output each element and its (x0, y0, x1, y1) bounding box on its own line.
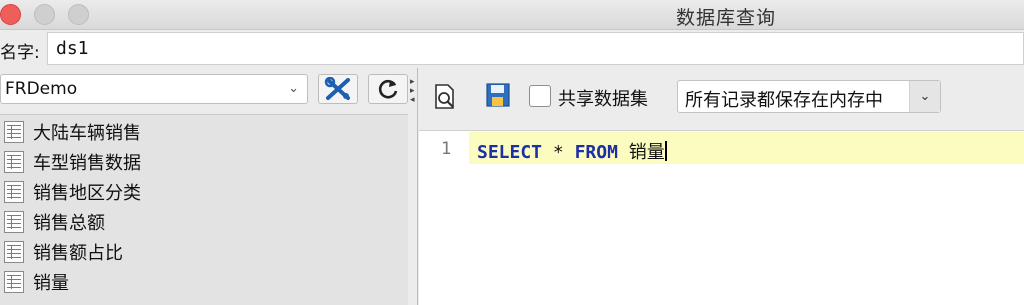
sql-table-name: 销量 (628, 142, 665, 163)
share-dataset-label: 共享数据集 (558, 89, 648, 110)
refresh-icon (378, 79, 398, 99)
table-icon (4, 151, 24, 173)
datasource-value: FRDemo (5, 79, 78, 99)
list-item[interactable]: 销售地区分类 (0, 177, 400, 207)
list-item-label: 大陆车辆销售 (33, 123, 141, 144)
chevron-down-icon: ⌄ (909, 81, 940, 112)
table-icon (4, 181, 24, 203)
line-gutter: 1 (419, 131, 467, 305)
list-item[interactable]: 销售总额 (0, 207, 400, 237)
sql-keyword-select: SELECT (477, 142, 543, 163)
sql-editor[interactable]: 1 SELECT * FROM 销量 (419, 130, 1024, 305)
list-item[interactable]: 大陆车辆销售 (0, 117, 400, 147)
window-title: 数据库查询 (676, 7, 777, 29)
query-panel: 共享数据集 所有记录都保存在内存中 ⌄ 1 SELECT * FROM 销量 (419, 68, 1024, 305)
list-item[interactable]: 销量 (0, 267, 400, 297)
minimize-icon[interactable] (34, 4, 55, 25)
table-icon (4, 271, 24, 293)
list-item-label: 销量 (33, 273, 69, 294)
table-icon (4, 211, 24, 233)
text-caret (664, 141, 667, 161)
splitter-grip[interactable]: ▸ ▸ ◂ (410, 78, 416, 105)
list-item-label: 车型销售数据 (33, 153, 141, 174)
chevron-down-icon: ⌄ (288, 81, 299, 96)
save-icon[interactable] (485, 82, 511, 108)
list-item-label: 销售地区分类 (33, 183, 141, 204)
datasource-select[interactable]: FRDemo ⌄ (0, 74, 308, 104)
share-dataset-checkbox[interactable] (529, 85, 551, 107)
left-panel: FRDemo ⌄ ▸ ▸ ◂ 大陆车辆销售 车型销售数据 销售地区分类 销售总额… (0, 68, 418, 305)
table-icon (4, 121, 24, 143)
list-item-label: 销售额占比 (33, 243, 123, 264)
table-list: 大陆车辆销售 车型销售数据 销售地区分类 销售总额 销售额占比 销量 (0, 114, 408, 305)
name-row: 名字: ds1 (0, 30, 1024, 68)
preview-icon[interactable] (433, 84, 457, 110)
tools-button[interactable] (318, 74, 358, 104)
memory-mode-select[interactable]: 所有记录都保存在内存中 ⌄ (677, 80, 941, 113)
name-label: 名字: (0, 43, 40, 63)
name-input[interactable]: ds1 (47, 32, 1024, 65)
maximize-icon[interactable] (68, 4, 89, 25)
tools-icon (324, 77, 350, 100)
memory-mode-value: 所有记录都保存在内存中 (685, 90, 883, 111)
line-number: 1 (441, 139, 452, 159)
sql-keyword-from: FROM (574, 142, 618, 163)
refresh-button[interactable] (368, 74, 408, 104)
list-item[interactable]: 销售额占比 (0, 237, 400, 267)
sql-code-line[interactable]: SELECT * FROM 销量 (477, 138, 667, 164)
title-bar: 数据库查询 (0, 0, 1024, 30)
list-item-label: 销售总额 (33, 213, 105, 234)
table-icon (4, 241, 24, 263)
close-icon[interactable] (0, 4, 21, 25)
sql-star: * (552, 142, 564, 163)
list-item[interactable]: 车型销售数据 (0, 147, 400, 177)
